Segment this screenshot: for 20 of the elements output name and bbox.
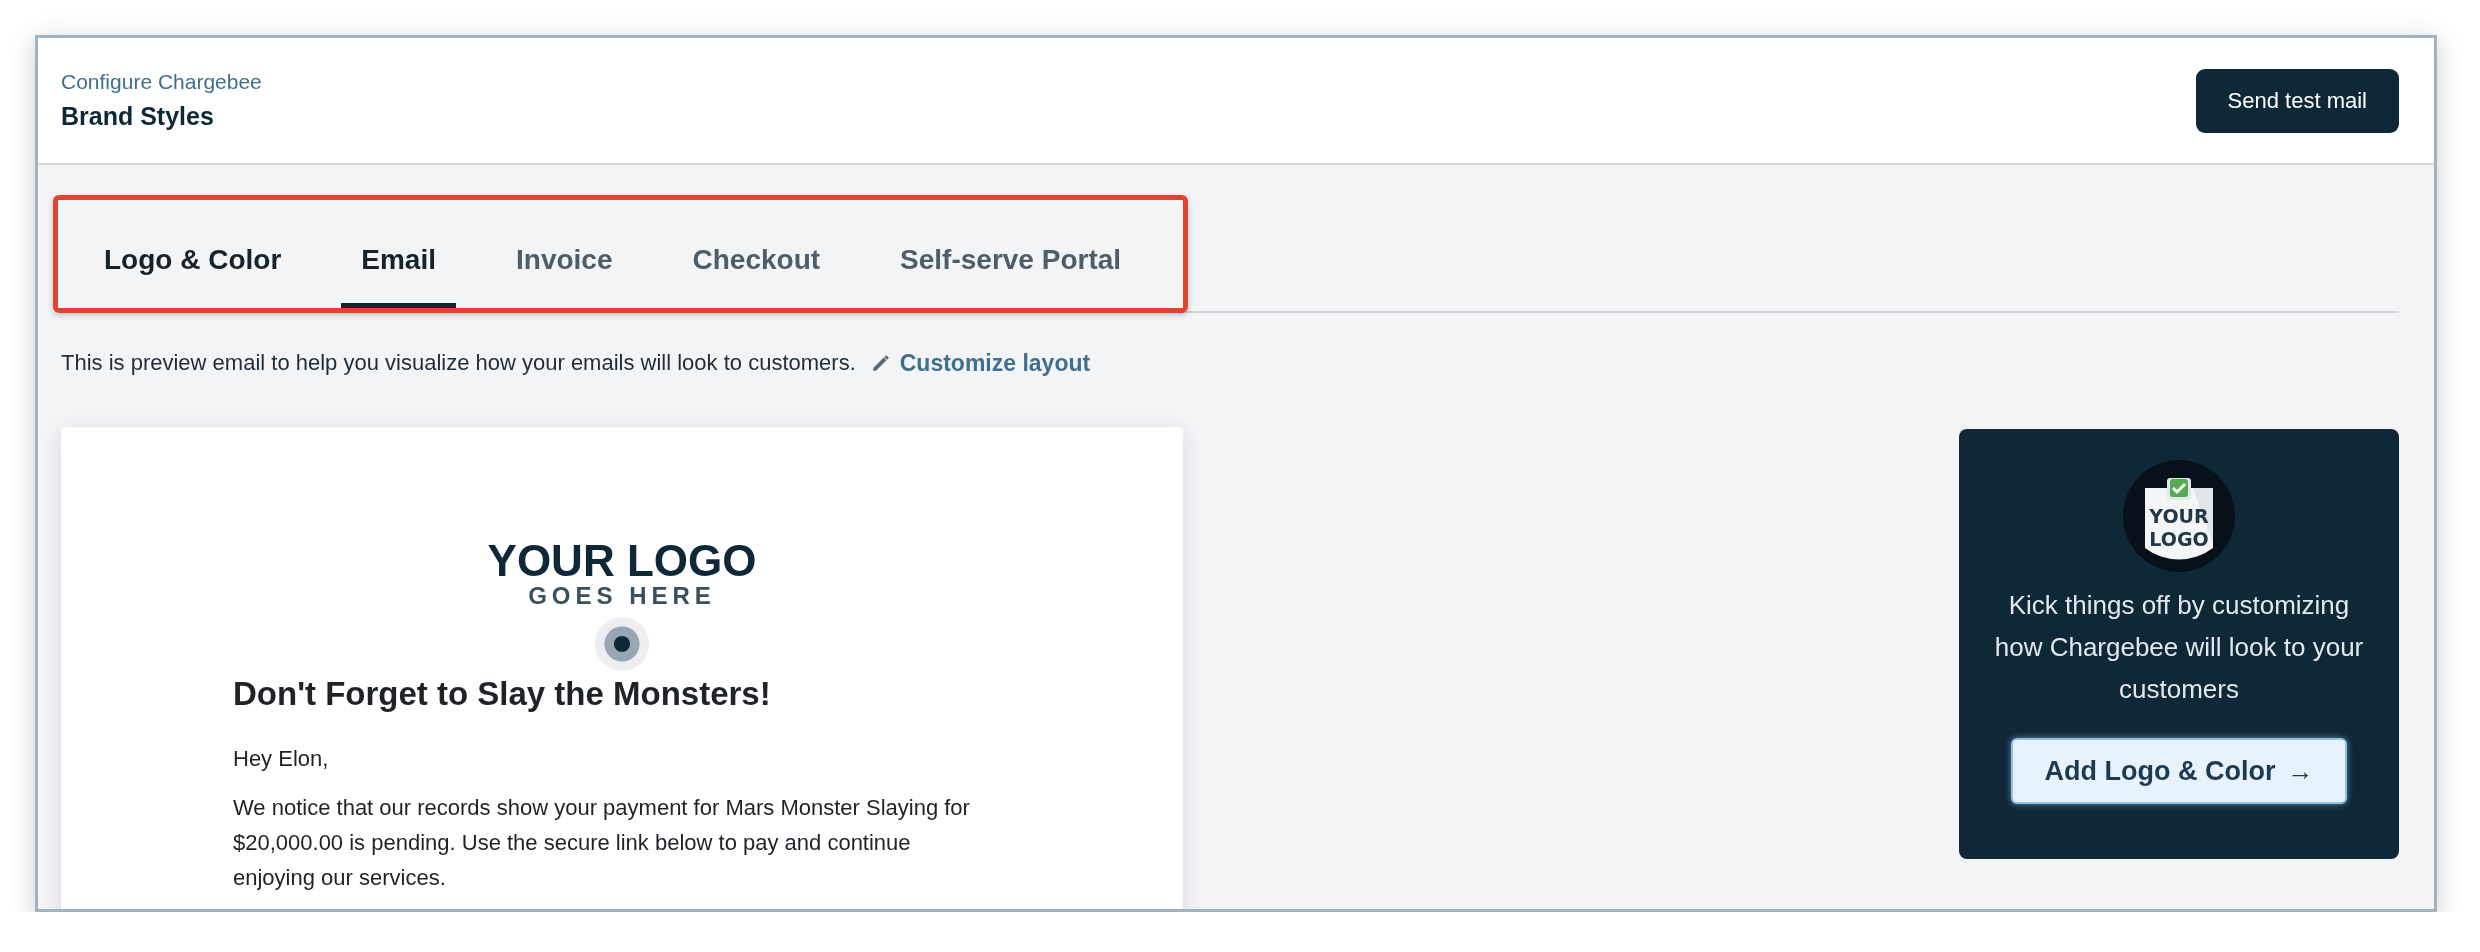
clipboard-logo-icon: YOUR LOGO <box>2123 460 2235 572</box>
breadcrumb-link[interactable]: Configure Chargebee <box>61 70 262 94</box>
tab[interactable]: Invoice <box>516 238 613 308</box>
dot-marker-icon <box>595 617 649 672</box>
tab[interactable]: Email <box>341 238 456 308</box>
arrow-icon: → <box>2287 755 2314 787</box>
tab[interactable]: Self-serve Portal <box>900 238 1122 308</box>
tab[interactable]: Checkout <box>692 238 821 308</box>
email-body-text: We notice that our records show your payment for Mars Monster Slaying for $20,000.00 is pending. Use the secure link below to pay and continue enjoying our services. <box>233 794 971 893</box>
page-title: Brand Styles <box>61 102 215 131</box>
logo-tagline: GOES HERE <box>528 583 716 610</box>
add-logo-color-button[interactable]: Add Logo & Color → <box>2010 738 2348 804</box>
tab[interactable]: Logo & Color <box>104 238 282 308</box>
send-test-mail-button[interactable]: Send test mail <box>2195 68 2399 133</box>
customize-layout-link[interactable]: Customize layout <box>869 349 1091 377</box>
email-greeting: Hey Elon, <box>233 745 330 774</box>
description-text: This is preview email to help you visualize how your emails will look to customers. <box>61 350 856 376</box>
email-heading: Don't Forget to Slay the Monsters! <box>233 675 772 714</box>
logo-wordmark: YOUR LOGO <box>487 539 757 583</box>
promo-text: Kick things off by customizing how Chargebee will look to your customers <box>1994 589 2364 706</box>
